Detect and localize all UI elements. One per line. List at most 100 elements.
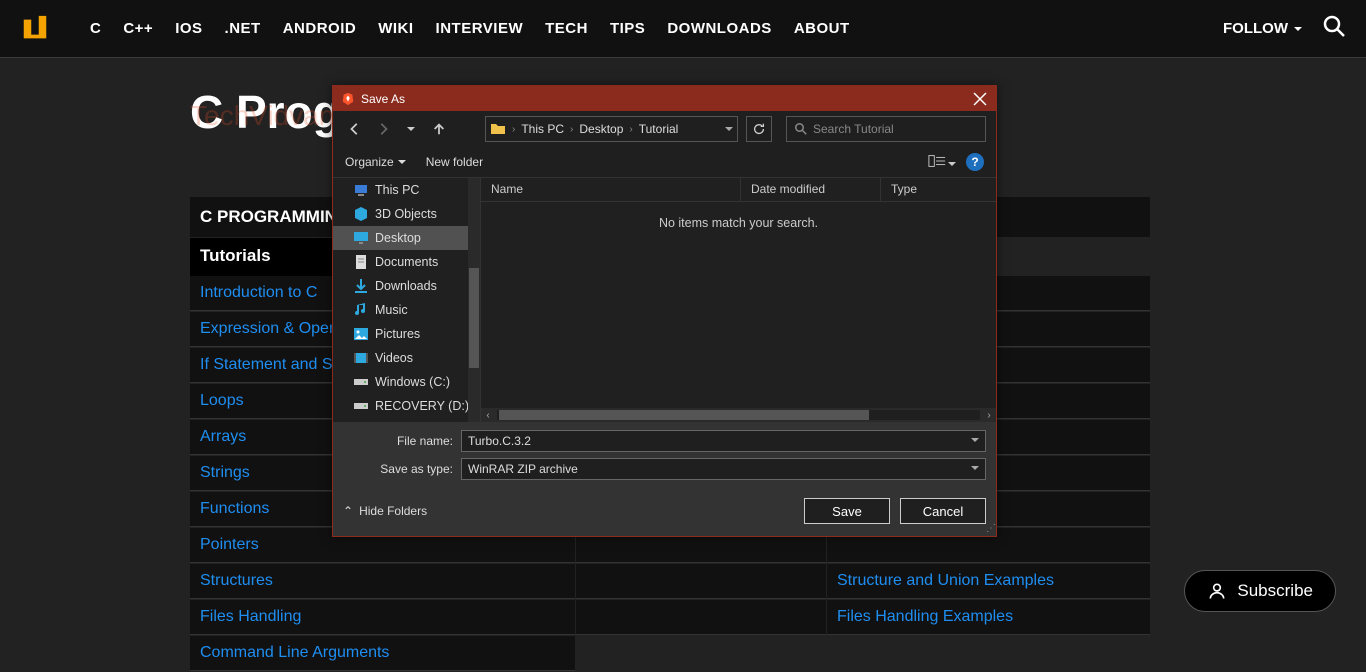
music-icon xyxy=(353,302,369,318)
dialog-navbar: › This PC › Desktop › Tutorial Search Tu… xyxy=(333,111,996,147)
sidebar-item[interactable]: Files Handling xyxy=(200,608,301,626)
sidebar-item[interactable]: Expression & Opera xyxy=(200,320,343,338)
sidebar-item[interactable]: Command Line Arguments xyxy=(200,644,389,662)
empty-message: No items match your search. xyxy=(481,216,996,230)
tree-item-label: Windows (C:) xyxy=(375,375,450,389)
chevron-up-icon: ⌃ xyxy=(343,504,353,518)
nav-link[interactable]: DOWNLOADS xyxy=(667,20,772,37)
site-logo-icon xyxy=(20,14,50,44)
nav-link[interactable]: TIPS xyxy=(610,20,645,37)
chevron-right-icon: › xyxy=(627,124,634,135)
top-nav: C C++ IOS .NET ANDROID WIKI INTERVIEW TE… xyxy=(0,0,1366,58)
tree-item-desktop[interactable]: Desktop xyxy=(333,226,480,250)
sidebar-item[interactable]: Introduction to C xyxy=(200,284,317,302)
search-placeholder: Search Tutorial xyxy=(813,122,894,136)
link-item[interactable]: Structure and Union Examples xyxy=(837,572,1054,590)
follow-dropdown[interactable]: FOLLOW xyxy=(1223,20,1302,37)
forward-icon[interactable] xyxy=(371,117,395,141)
chevron-down-icon[interactable] xyxy=(971,464,979,475)
sidebar-item[interactable]: Functions xyxy=(200,500,269,518)
tree-item-recovery-d-[interactable]: RECOVERY (D:) xyxy=(333,394,480,418)
tree-scrollbar[interactable] xyxy=(468,178,480,422)
refresh-icon[interactable] xyxy=(746,116,772,142)
tree-item-label: Music xyxy=(375,303,408,317)
sidebar-item[interactable]: Pointers xyxy=(200,536,259,554)
nav-link[interactable]: C xyxy=(90,20,101,37)
horizontal-scrollbar[interactable]: ‹ › xyxy=(481,408,996,422)
file-name-label: File name: xyxy=(343,434,453,448)
drive-icon xyxy=(353,398,369,414)
crumb-dropdown-icon[interactable] xyxy=(725,122,733,136)
tree-item-label: RECOVERY (D:) xyxy=(375,399,469,413)
new-folder-button[interactable]: New folder xyxy=(426,155,483,169)
tree-item-music[interactable]: Music xyxy=(333,298,480,322)
nav-link[interactable]: WIKI xyxy=(378,20,413,37)
search-icon[interactable] xyxy=(1322,14,1346,43)
pic-icon xyxy=(353,326,369,342)
dialog-titlebar[interactable]: Save As xyxy=(333,86,996,111)
up-icon[interactable] xyxy=(427,117,451,141)
sidebar-item[interactable]: Arrays xyxy=(200,428,246,446)
file-name-input[interactable]: Turbo.C.3.2 xyxy=(461,430,986,452)
crumb[interactable]: This PC xyxy=(521,122,564,136)
column-name[interactable]: Name xyxy=(481,178,741,201)
chevron-down-icon xyxy=(398,155,406,169)
tree-item-3d-objects[interactable]: 3D Objects xyxy=(333,202,480,226)
tree-item-label: Desktop xyxy=(375,231,421,245)
help-icon[interactable]: ? xyxy=(966,153,984,171)
drive-icon xyxy=(353,374,369,390)
chevron-down-icon xyxy=(1294,20,1302,37)
tree-item-pictures[interactable]: Pictures xyxy=(333,322,480,346)
crumb[interactable]: Tutorial xyxy=(639,122,679,136)
dialog-search-input[interactable]: Search Tutorial xyxy=(786,116,986,142)
nav-link[interactable]: TECH xyxy=(545,20,588,37)
subscribe-button[interactable]: Subscribe xyxy=(1184,570,1336,612)
cancel-button[interactable]: Cancel xyxy=(900,498,986,524)
save-button[interactable]: Save xyxy=(804,498,890,524)
sidebar-item[interactable]: Loops xyxy=(200,392,244,410)
down-icon xyxy=(353,278,369,294)
save-type-select[interactable]: WinRAR ZIP archive xyxy=(461,458,986,480)
folder-tree[interactable]: ⌃ This PC3D ObjectsDesktopDocumentsDownl… xyxy=(333,178,481,422)
tree-item-videos[interactable]: Videos xyxy=(333,346,480,370)
nav-link[interactable]: ABOUT xyxy=(794,20,850,37)
tree-item-documents[interactable]: Documents xyxy=(333,250,480,274)
nav-link[interactable]: .NET xyxy=(225,20,261,37)
collapse-indicator-icon: ⌃ xyxy=(399,178,407,186)
dialog-footer: ⌃Hide Folders Save Cancel xyxy=(333,492,996,536)
nav-link[interactable]: C++ xyxy=(123,20,153,37)
doc-icon xyxy=(353,254,369,270)
crumb[interactable]: Desktop xyxy=(579,122,623,136)
link-item[interactable]: Files Handling Examples xyxy=(837,608,1013,626)
view-mode-button[interactable] xyxy=(928,154,956,171)
breadcrumb-bar[interactable]: › This PC › Desktop › Tutorial xyxy=(485,116,738,142)
nav-link[interactable]: ANDROID xyxy=(283,20,357,37)
column-date[interactable]: Date modified xyxy=(741,178,881,201)
sidebar-item[interactable]: Strings xyxy=(200,464,250,482)
scroll-right-icon[interactable]: › xyxy=(982,410,996,421)
file-list-area: Name Date modified Type No items match y… xyxy=(481,178,996,422)
hide-folders-toggle[interactable]: ⌃Hide Folders xyxy=(343,504,427,518)
tree-item-label: Documents xyxy=(375,255,438,269)
tree-item-windows-c-[interactable]: Windows (C:) xyxy=(333,370,480,394)
nav-link[interactable]: INTERVIEW xyxy=(436,20,524,37)
chevron-down-icon[interactable] xyxy=(971,436,979,447)
resize-grip-icon[interactable]: ⋰ xyxy=(986,523,994,534)
sidebar-item[interactable]: If Statement and Sv xyxy=(200,356,341,374)
save-as-dialog: Save As › This PC › Desktop › Tutorial S… xyxy=(332,85,997,537)
back-icon[interactable] xyxy=(343,117,367,141)
save-type-label: Save as type: xyxy=(343,462,453,476)
sidebar-item[interactable]: Structures xyxy=(200,572,273,590)
tree-item-downloads[interactable]: Downloads xyxy=(333,274,480,298)
nav-link[interactable]: IOS xyxy=(175,20,202,37)
organize-dropdown[interactable]: Organize xyxy=(345,155,406,169)
scroll-left-icon[interactable]: ‹ xyxy=(481,410,495,421)
recent-dropdown-icon[interactable] xyxy=(399,117,423,141)
brave-icon xyxy=(341,92,355,106)
search-icon xyxy=(795,123,807,135)
close-icon[interactable] xyxy=(972,91,988,107)
column-headers[interactable]: Name Date modified Type xyxy=(481,178,996,202)
column-type[interactable]: Type xyxy=(881,178,996,201)
tree-item-label: Downloads xyxy=(375,279,437,293)
nav-links: C C++ IOS .NET ANDROID WIKI INTERVIEW TE… xyxy=(90,20,1223,37)
